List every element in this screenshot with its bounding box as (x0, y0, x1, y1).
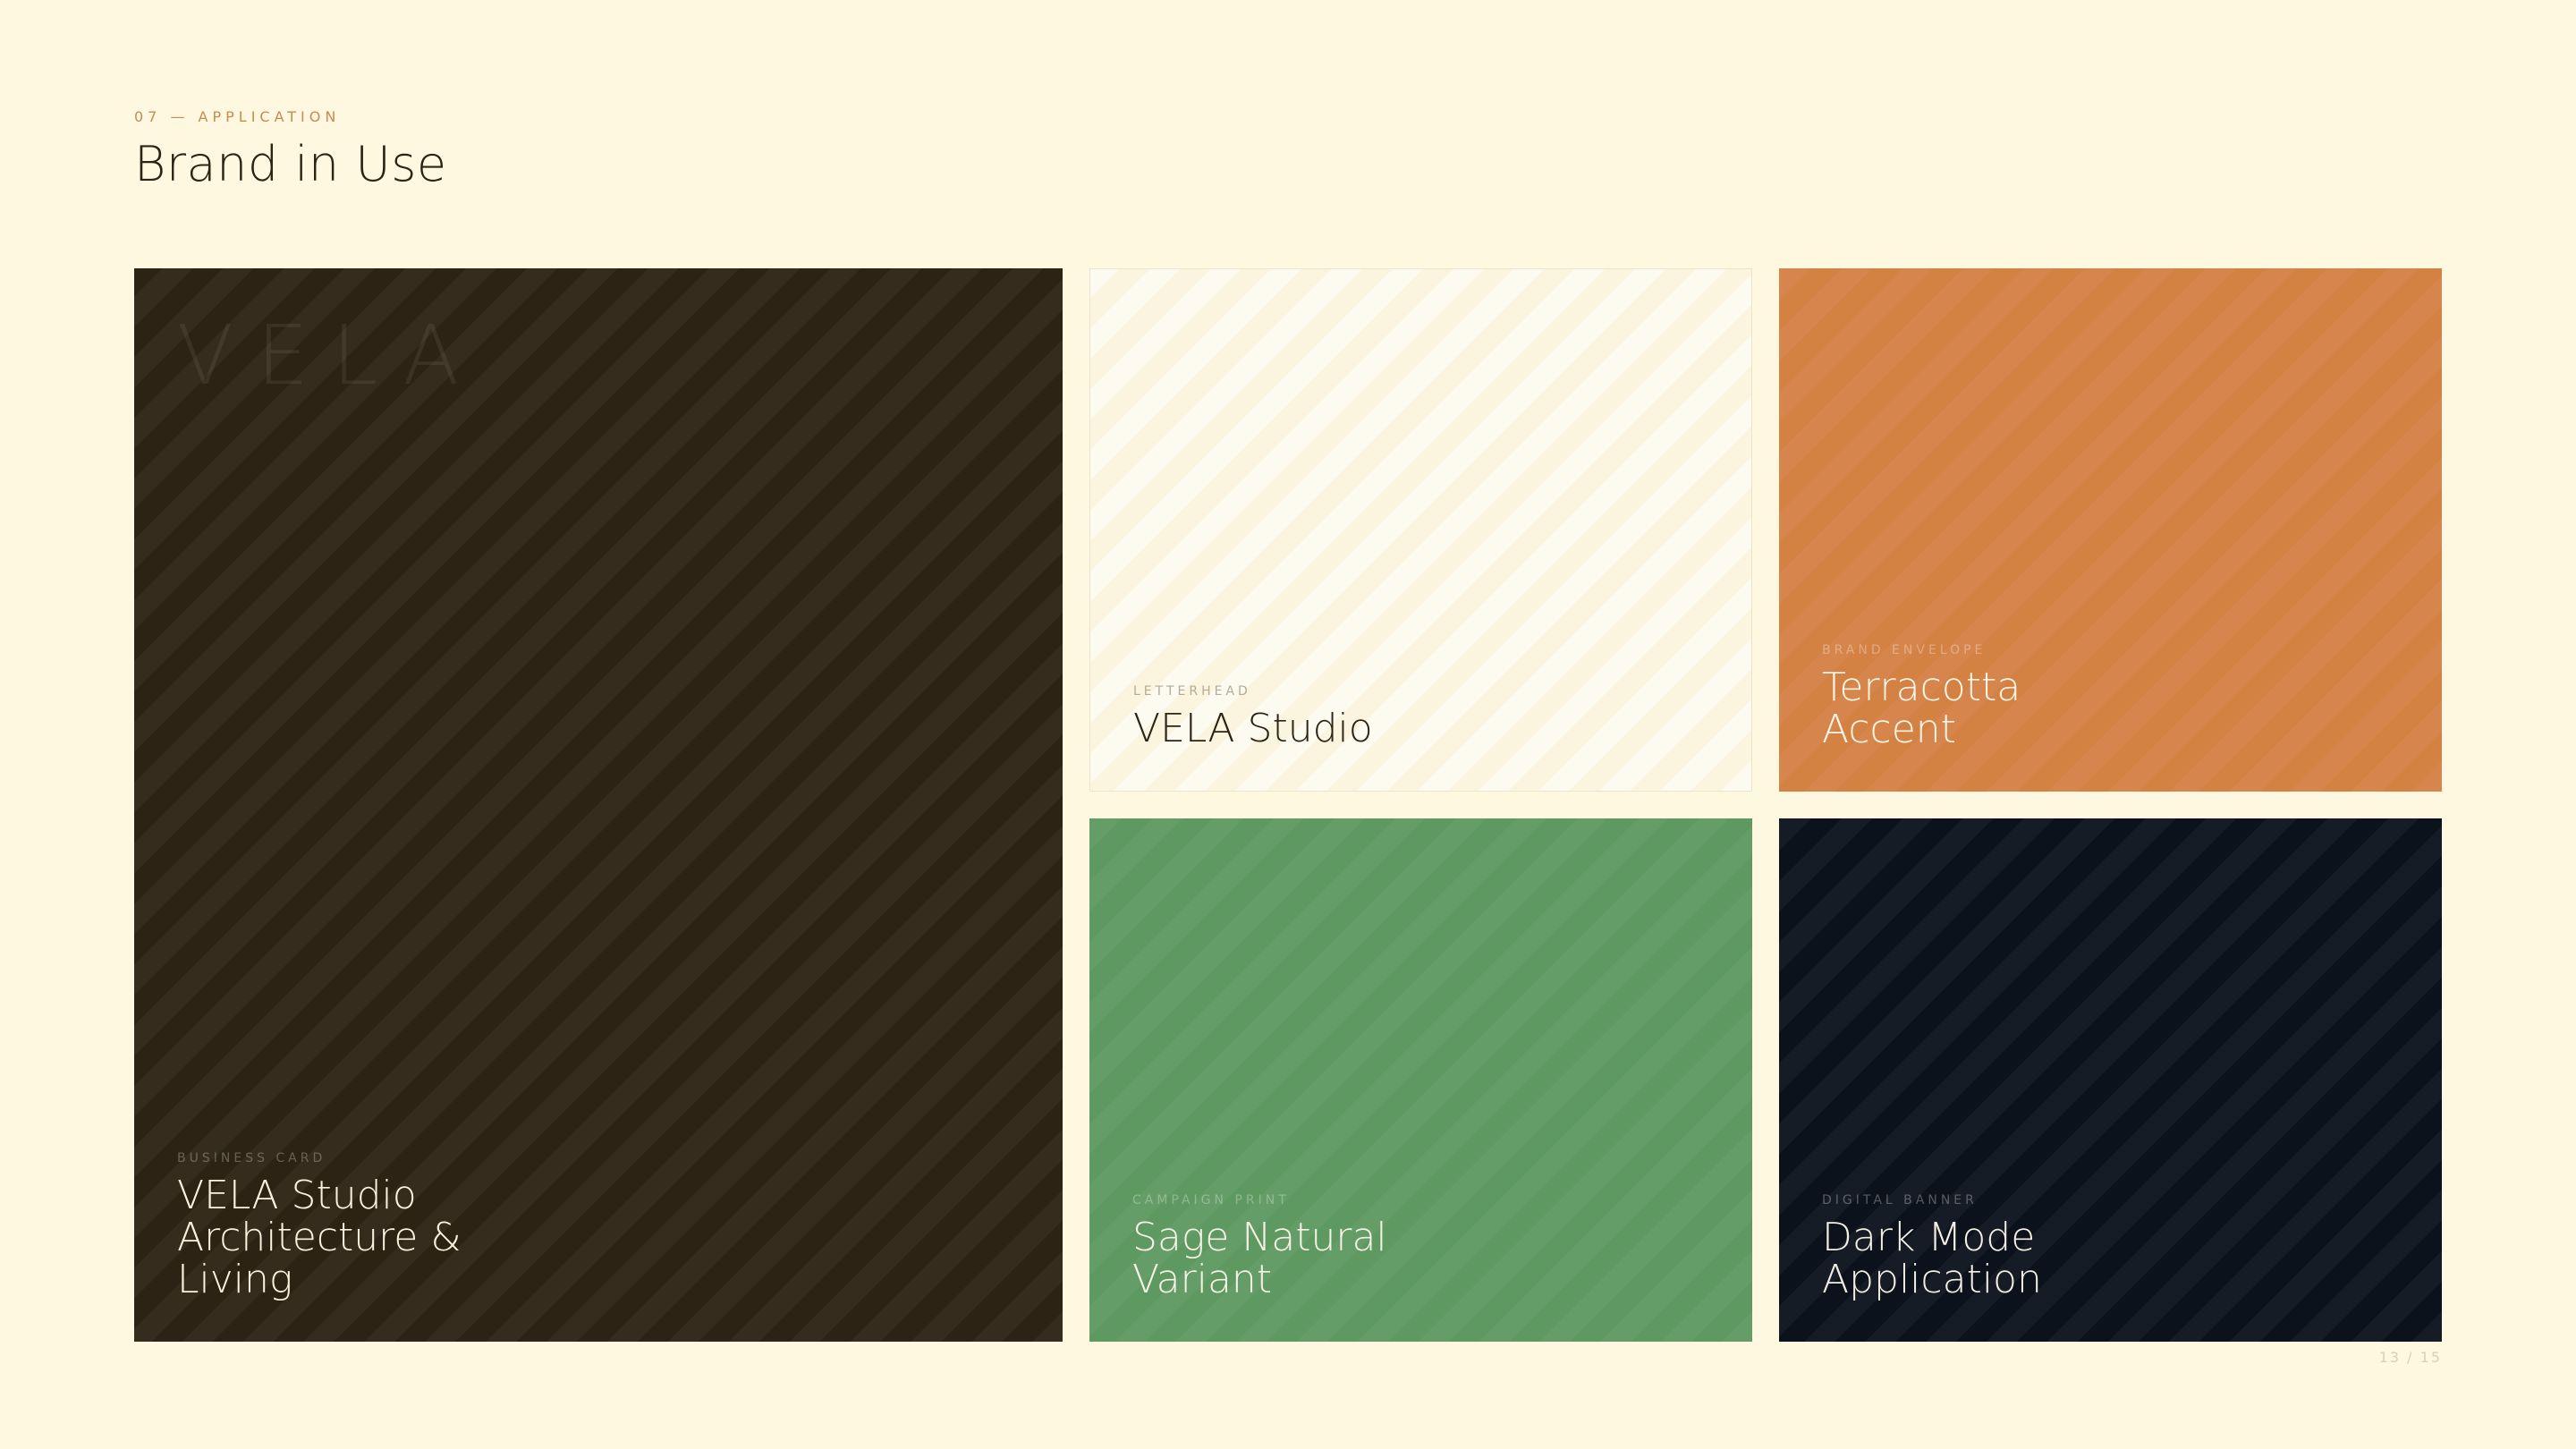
vela-watermark-logo: VELA (177, 308, 483, 403)
brand-envelope-mockup: BRAND ENVELOPE Terracotta Accent (1779, 268, 2442, 792)
campaign-print-mockup: CAMPAIGN PRINT Sage Natural Variant (1089, 818, 1752, 1342)
card-label: LETTERHEAD (1133, 684, 1251, 699)
card-caption: DIGITAL BANNER Dark Mode Application (1822, 1193, 2399, 1301)
digital-banner-mockup: DIGITAL BANNER Dark Mode Application (1779, 818, 2442, 1342)
card-title: Sage Natural Variant (1132, 1215, 1387, 1302)
card-label: DIGITAL BANNER (1822, 1193, 1978, 1208)
card-title: Terracotta Accent (1822, 665, 2021, 752)
page-number: 13 / 15 (2378, 1349, 2442, 1366)
card-title: VELA Studio Architecture & Living (177, 1173, 462, 1302)
card-label: CAMPAIGN PRINT (1132, 1193, 1290, 1208)
letterhead-mockup: LETTERHEAD VELA Studio (1089, 268, 1752, 792)
card-caption: BRAND ENVELOPE Terracotta Accent (1822, 643, 2399, 750)
business-card-mockup: VELA BUSINESS CARD VELA Studio Architect… (134, 268, 1063, 1342)
section-eyebrow: 07 — APPLICATION (134, 108, 341, 125)
card-caption: CAMPAIGN PRINT Sage Natural Variant (1132, 1193, 1709, 1301)
card-caption: LETTERHEAD VELA Studio (1133, 684, 1708, 750)
card-label: BRAND ENVELOPE (1822, 643, 1987, 657)
card-title: Dark Mode Application (1822, 1215, 2042, 1302)
card-title: VELA Studio (1133, 706, 1373, 751)
page-title: Brand in Use (134, 136, 447, 192)
card-label: BUSINESS CARD (177, 1151, 326, 1165)
card-caption: BUSINESS CARD VELA Studio Architecture &… (177, 1151, 1020, 1301)
